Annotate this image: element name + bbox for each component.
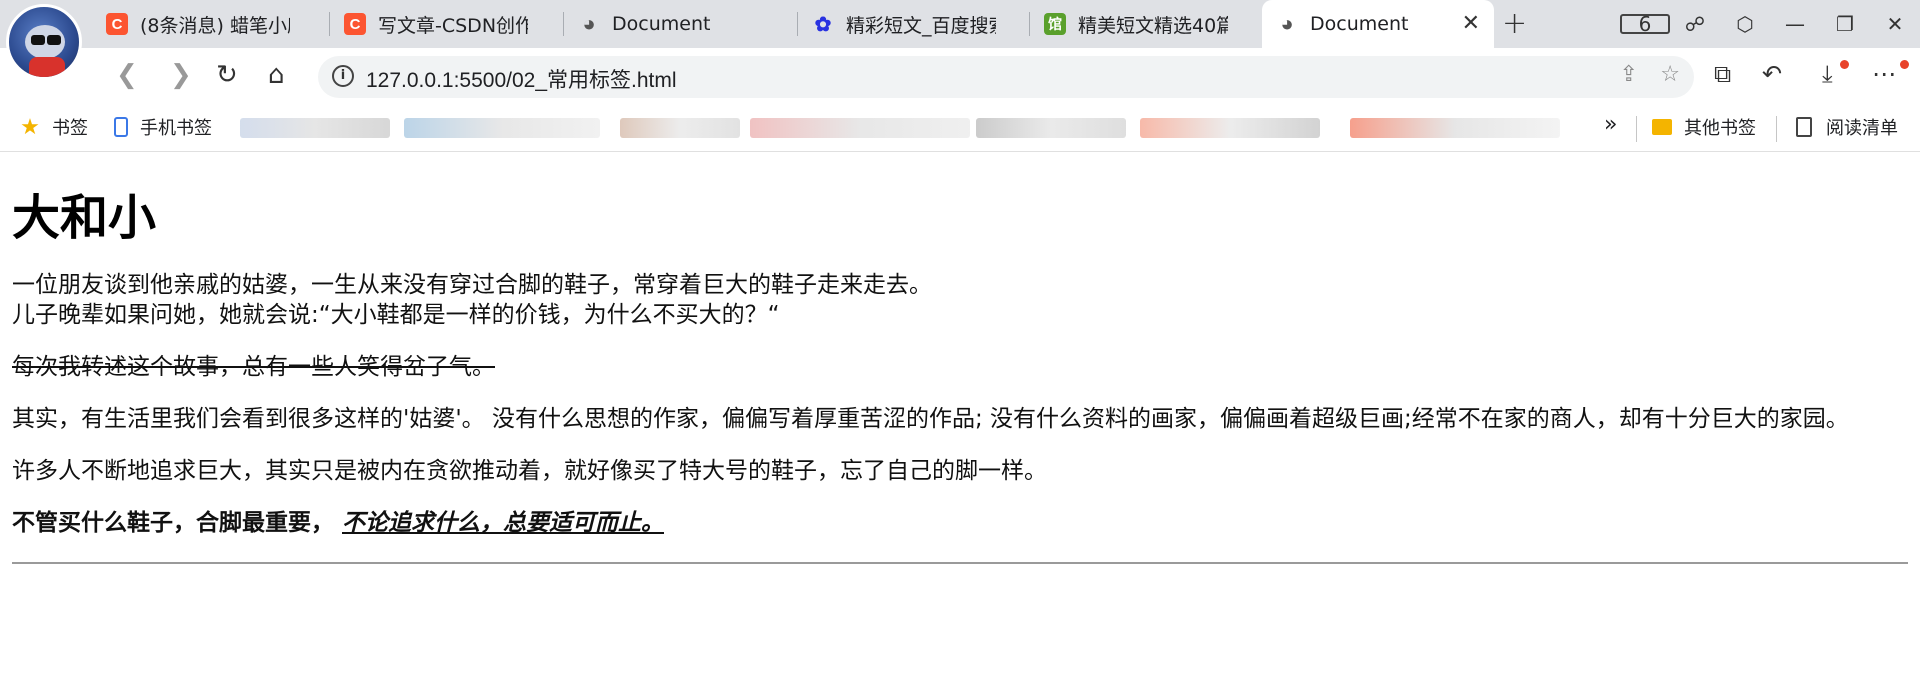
back-button[interactable]: ❮ (116, 60, 138, 90)
avatar-shirt (29, 57, 65, 77)
paragraph-5: 不管买什么鞋子，合脚最重要， 不论追求什么，总要适可而止。 (12, 508, 1908, 538)
new-tab-button[interactable]: + (1502, 6, 1527, 41)
bookmark-item[interactable]: 手机书签 (114, 114, 212, 140)
tab-1[interactable]: C 写文章-CSDN创作中 (330, 0, 564, 48)
other-bookmarks-folder[interactable]: 其他书签 (1652, 114, 1756, 140)
forward-button[interactable]: ❯ (170, 60, 192, 90)
address-url[interactable]: 127.0.0.1:5500/02_常用标签.html (366, 64, 677, 94)
paragraph-1-line-1: 一位朋友谈到他亲戚的姑婆，一生从来没有穿过合脚的鞋子，常穿着巨大的鞋子走来走去。 (12, 272, 932, 298)
profile-avatar[interactable] (6, 4, 82, 80)
csdn-icon: C (344, 13, 366, 35)
bookmark-label: 手机书签 (140, 118, 212, 139)
obscured-bookmark[interactable] (240, 118, 390, 138)
avatar-eye (31, 35, 45, 45)
tab-2[interactable]: ◕ Document (564, 0, 798, 48)
edge-page-icon: ◕ (582, 11, 596, 36)
incognito-icon[interactable]: ☍ (1670, 12, 1720, 36)
folder-icon (1652, 117, 1672, 137)
avatar-eye (47, 35, 61, 45)
bookmark-item[interactable]: ★ 书签 (20, 114, 88, 140)
site-info-icon[interactable]: i (332, 65, 354, 87)
tab-title: 写文章-CSDN创作中 (378, 14, 528, 37)
maximize-button[interactable]: ❐ (1820, 12, 1870, 36)
star-icon: ★ (20, 114, 40, 140)
bookmarks-separator (1636, 116, 1637, 142)
close-tab-icon[interactable]: ✕ (1462, 11, 1480, 36)
strikethrough-text: 每次我转述这个故事，总有一些人笑得岔了气。 (12, 354, 495, 380)
obscured-bookmark[interactable] (620, 118, 740, 138)
bookmarks-overflow-button[interactable]: » (1604, 112, 1617, 137)
window-controls: 6 ☍ ⬡ — ❐ ✕ (1620, 0, 1920, 48)
bookmarks-bar: ★ 书签 手机书签 » 其他书签 阅读清单 (0, 106, 1920, 152)
tab-active[interactable]: ◕ Document ✕ (1262, 0, 1494, 48)
favorite-star-icon[interactable]: ☆ (1660, 62, 1680, 87)
paragraph-4: 许多人不断地追求巨大，其实只是被内在贪欲推动着，就好像买了特大号的鞋子，忘了自己… (12, 458, 1047, 484)
tab-title: 精彩短文_百度搜索 (846, 14, 996, 37)
extensions-shell-icon[interactable]: ⬡ (1720, 12, 1770, 36)
tab-title: (8条消息) 蜡笔小欣丫 (140, 14, 290, 37)
baidu-icon: ✿ (814, 13, 832, 36)
refresh-button[interactable]: ↻ (216, 60, 238, 90)
horizontal-rule (12, 562, 1908, 564)
undo-history-icon[interactable]: ↶ (1762, 60, 1782, 88)
address-bar[interactable]: i 127.0.0.1:5500/02_常用标签.html ⇪ ☆ (318, 56, 1694, 98)
paragraph-1-line-2: 儿子晚辈如果问她，她就会说:“大小鞋都是一样的价钱，为什么不买大的？“ (12, 302, 780, 328)
nav-toolbar: ❮ ❯ ↻ ⌂ i 127.0.0.1:5500/02_常用标签.html ⇪ … (0, 48, 1920, 106)
menu-badge (1900, 60, 1909, 69)
obscured-bookmark[interactable] (750, 118, 970, 138)
obscured-bookmark[interactable] (1140, 118, 1320, 138)
download-icon[interactable]: ⤓ (1822, 60, 1833, 88)
bold-text: 不管买什么鞋子，合脚最重要， (12, 510, 334, 536)
obscured-bookmark[interactable] (404, 118, 600, 138)
paragraph-1: 一位朋友谈到他亲戚的姑婆，一生从来没有穿过合脚的鞋子，常穿着巨大的鞋子走来走去。… (12, 270, 1908, 330)
download-badge (1840, 60, 1849, 69)
more-menu-icon[interactable]: ⋯ (1872, 60, 1896, 88)
bold-italic-underlined-text: 不论追求什么，总要适可而止。 (342, 510, 664, 536)
reading-list-icon (1794, 117, 1814, 137)
close-window-button[interactable]: ✕ (1870, 12, 1920, 36)
csdn-icon: C (106, 13, 128, 35)
tab-3[interactable]: ✿ 精彩短文_百度搜索 (798, 0, 1030, 48)
minimize-button[interactable]: — (1770, 12, 1820, 36)
page-heading: 大和小 (12, 190, 157, 246)
guan-icon: 馆 (1044, 13, 1066, 35)
tab-strip: C (8条消息) 蜡笔小欣丫 C 写文章-CSDN创作中 ◕ Document … (0, 0, 1920, 48)
reading-list-button[interactable]: 阅读清单 (1794, 114, 1898, 140)
home-button[interactable]: ⌂ (268, 60, 285, 90)
obscured-bookmark[interactable] (976, 118, 1126, 138)
workspaces-icon: 6 (1620, 14, 1670, 34)
bookmarks-separator (1776, 116, 1777, 142)
tab-title: 精美短文精选40篇 (1078, 14, 1228, 37)
paragraph-2: 每次我转述这个故事，总有一些人笑得岔了气。 (12, 352, 1908, 382)
tab-4[interactable]: 馆 精美短文精选40篇 (1030, 0, 1262, 48)
share-icon[interactable]: ⇪ (1620, 62, 1638, 87)
obscured-bookmark[interactable] (1350, 118, 1560, 138)
workspaces-button[interactable]: 6 (1620, 12, 1670, 36)
tab-title: Document (1310, 13, 1409, 35)
page-content: 大和小 一位朋友谈到他亲戚的姑婆，一生从来没有穿过合脚的鞋子，常穿着巨大的鞋子走… (12, 152, 1908, 564)
paragraph-3: 其实，有生活里我们会看到很多这样的'姑婆'。 没有什么思想的作家，偏偏写着厚重苦… (12, 406, 1849, 432)
extensions-icon[interactable]: ⧉ (1714, 60, 1731, 88)
bookmark-label: 阅读清单 (1826, 118, 1898, 139)
tab-0[interactable]: C (8条消息) 蜡笔小欣丫 (92, 0, 330, 48)
phone-icon (114, 117, 128, 137)
edge-page-icon: ◕ (1280, 11, 1294, 36)
bookmark-label: 其他书签 (1684, 118, 1756, 139)
tab-title: Document (612, 13, 711, 35)
bookmark-label: 书签 (52, 118, 88, 139)
